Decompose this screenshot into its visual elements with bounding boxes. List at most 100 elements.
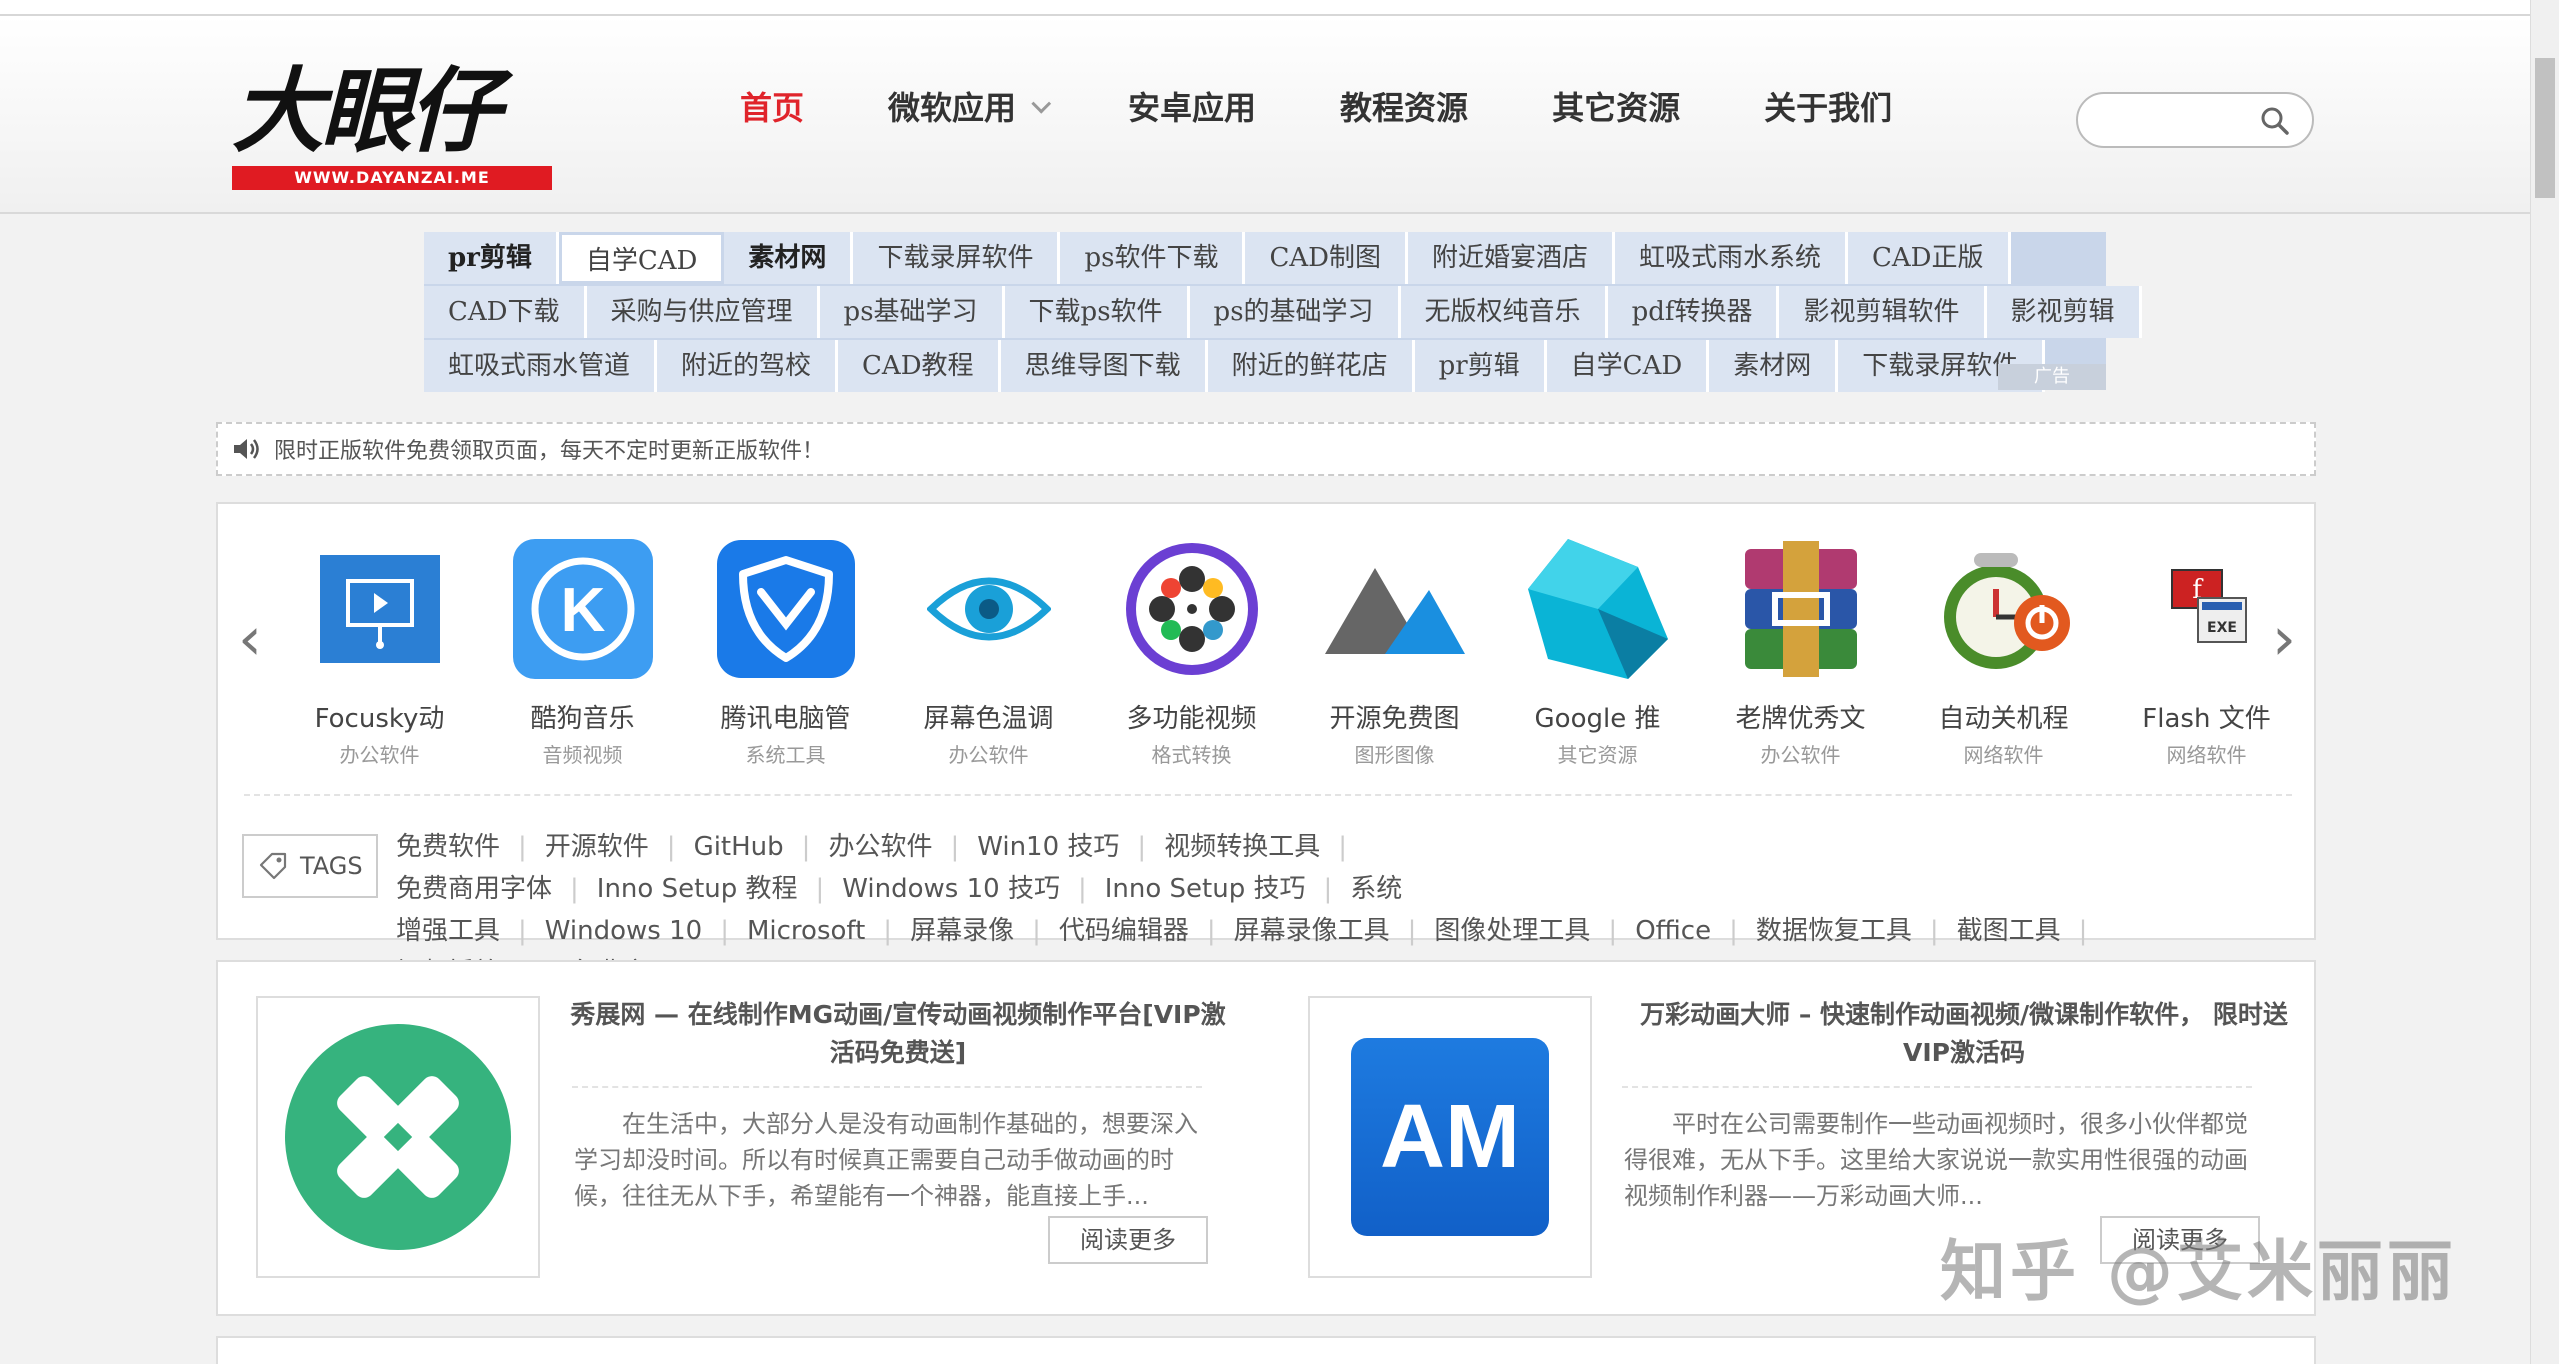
scrollbar-thumb[interactable] — [2535, 58, 2555, 198]
flash-exe-icon[interactable]: f EXE — [2132, 534, 2282, 684]
app-category[interactable]: 图形图像 — [1293, 739, 1496, 768]
app-name[interactable]: Flash 文件 — [2105, 698, 2308, 735]
app-category[interactable]: 音频视频 — [481, 739, 684, 768]
search-icon[interactable] — [2260, 106, 2290, 136]
tag-link[interactable]: Microsoft — [747, 916, 865, 946]
keyword-link[interactable]: 素材网 — [724, 232, 854, 284]
keyword-link[interactable]: 虹吸式雨水系统 — [1615, 232, 1849, 284]
ad-badge[interactable]: 广告 — [1998, 364, 2106, 390]
tag-link[interactable]: 代码编辑器 — [1059, 916, 1189, 946]
post-title[interactable]: 万彩动画大师 – 快速制作动画视频/微课制作软件， 限时送VIP激活码 — [1624, 996, 2304, 1072]
app-category[interactable]: 办公软件 — [278, 739, 481, 768]
app-card[interactable]: 屏幕色温调 办公软件 — [887, 534, 1090, 768]
tag-link[interactable]: 办公软件 — [828, 832, 932, 862]
keyword-link[interactable]: CAD正版 — [1848, 232, 2011, 284]
carousel-prev-arrow[interactable]: ‹ — [230, 604, 270, 674]
app-card[interactable]: K 酷狗音乐音频视频 — [481, 534, 684, 768]
app-card[interactable]: f EXE Flash 文件网络软件 — [2105, 534, 2308, 768]
eye-icon[interactable] — [914, 534, 1064, 684]
post-title[interactable]: 秀展网 — 在线制作MG动画/宣传动画视频制作平台[VIP激活码免费送] — [558, 996, 1238, 1072]
nav-other-resources[interactable]: 其它资源 — [1552, 78, 1680, 138]
keyword-link[interactable]: 素材网 — [1709, 340, 1839, 392]
app-name[interactable]: Google 推 — [1496, 698, 1699, 735]
tag-link[interactable]: 开源软件 — [545, 832, 649, 862]
nav-home[interactable]: 首页 — [740, 78, 804, 138]
app-category[interactable]: 办公软件 — [887, 739, 1090, 768]
keyword-link[interactable]: CAD教程 — [838, 340, 1001, 392]
app-card[interactable]: 开源免费图 图形图像 — [1293, 534, 1496, 768]
keyword-link[interactable]: 无版权纯音乐 — [1400, 286, 1608, 338]
keyword-link[interactable]: 附近的驾校 — [657, 340, 839, 392]
app-card[interactable]: 多功能视频 格式转换 — [1090, 534, 1293, 768]
app-category[interactable]: 系统工具 — [684, 739, 887, 768]
keyword-link[interactable]: 附近的鲜花店 — [1207, 340, 1415, 392]
scrollbar[interactable] — [2530, 0, 2559, 1364]
app-category[interactable]: 办公软件 — [1699, 739, 1902, 768]
tag-link[interactable]: Inno Setup 教程 — [597, 874, 798, 904]
tag-link[interactable]: 视频转换工具 — [1164, 832, 1320, 862]
keyword-link[interactable]: pr剪辑 — [424, 232, 559, 284]
nav-microsoft-apps[interactable]: 微软应用 — [888, 78, 1052, 138]
keyword-link[interactable]: ps基础学习 — [819, 286, 1005, 338]
keyword-link[interactable]: pr剪辑 — [1414, 340, 1547, 392]
keyword-link[interactable]: 自学CAD — [558, 232, 725, 284]
keyword-link[interactable]: 虹吸式雨水管道 — [424, 340, 658, 392]
winrar-icon[interactable] — [1726, 534, 1876, 684]
app-name[interactable]: 屏幕色温调 — [887, 698, 1090, 735]
app-card[interactable]: 自动关机程 网络软件 — [1902, 534, 2105, 768]
read-more-button[interactable]: 阅读更多 — [1048, 1216, 1208, 1264]
tag-link[interactable]: 屏幕录像工具 — [1234, 916, 1390, 946]
notice-text[interactable]: 限时正版软件免费领取页面，每天不定时更新正版软件！ — [274, 433, 824, 465]
keyword-link[interactable]: 思维导图下载 — [1000, 340, 1208, 392]
app-name[interactable]: 多功能视频 — [1090, 698, 1293, 735]
search-input[interactable] — [2098, 102, 2248, 138]
app-category[interactable]: 网络软件 — [2105, 739, 2308, 768]
keyword-link[interactable]: 影视剪辑软件 — [1779, 286, 1987, 338]
keyword-link[interactable]: 附近婚宴酒店 — [1407, 232, 1615, 284]
tag-link[interactable]: GitHub — [694, 832, 784, 862]
app-name[interactable]: 开源免费图 — [1293, 698, 1496, 735]
tag-link[interactable]: 免费软件 — [396, 832, 500, 862]
tag-link[interactable]: Office — [1635, 916, 1711, 946]
app-name[interactable]: 酷狗音乐 — [481, 698, 684, 735]
post-thumbnail[interactable]: AM — [1308, 996, 1592, 1278]
app-name[interactable]: Focusky动 — [278, 698, 481, 735]
app-card[interactable]: 腾讯电脑管 系统工具 — [684, 534, 887, 768]
tag-link[interactable]: 增强工具 — [396, 916, 500, 946]
app-card[interactable]: Google 推其它资源 — [1496, 534, 1699, 768]
app-category[interactable]: 其它资源 — [1496, 739, 1699, 768]
tag-link[interactable]: Windows 10 技巧 — [842, 874, 1060, 904]
focusky-icon[interactable] — [305, 534, 455, 684]
tag-link[interactable]: 数据恢复工具 — [1756, 916, 1912, 946]
keyword-link[interactable]: 自学CAD — [1546, 340, 1710, 392]
app-name[interactable]: 老牌优秀文 — [1699, 698, 1902, 735]
keyword-link[interactable]: ps的基础学习 — [1189, 286, 1401, 338]
app-category[interactable]: 网络软件 — [1902, 739, 2105, 768]
tag-link[interactable]: 截图工具 — [1957, 916, 2061, 946]
app-name[interactable]: 自动关机程 — [1902, 698, 2105, 735]
app-card[interactable]: Focusky动办公软件 — [278, 534, 481, 768]
mountain-icon[interactable] — [1320, 534, 1470, 684]
kugou-icon[interactable]: K — [508, 534, 658, 684]
tencent-pc-manager-icon[interactable] — [711, 534, 861, 684]
tag-link[interactable]: Inno Setup 技巧 — [1105, 874, 1306, 904]
post-thumbnail[interactable] — [256, 996, 540, 1278]
keyword-link[interactable]: ps软件下载 — [1060, 232, 1246, 284]
app-category[interactable]: 格式转换 — [1090, 739, 1293, 768]
keyword-link[interactable]: CAD制图 — [1245, 232, 1408, 284]
keyword-link[interactable]: 下载录屏软件 — [853, 232, 1061, 284]
keyword-link[interactable]: 影视剪辑 — [1986, 286, 2142, 338]
tag-link[interactable]: 免费商用字体 — [396, 874, 552, 904]
site-logo[interactable]: 大眼仔 WWW.DAYANZAI.ME — [232, 56, 554, 196]
dart-icon[interactable] — [1523, 534, 1673, 684]
tag-link[interactable]: 系统 — [1350, 874, 1402, 904]
keyword-link[interactable]: pdf转换器 — [1607, 286, 1780, 338]
tag-link[interactable]: 屏幕录像 — [910, 916, 1014, 946]
nav-android-apps[interactable]: 安卓应用 — [1128, 78, 1256, 138]
app-name[interactable]: 腾讯电脑管 — [684, 698, 887, 735]
keyword-link[interactable]: 采购与供应管理 — [586, 286, 820, 338]
tag-link[interactable]: 图像处理工具 — [1434, 916, 1590, 946]
tag-link[interactable]: Win10 技巧 — [977, 832, 1119, 862]
tag-link[interactable]: Windows 10 — [545, 916, 702, 946]
film-reel-icon[interactable] — [1117, 534, 1267, 684]
